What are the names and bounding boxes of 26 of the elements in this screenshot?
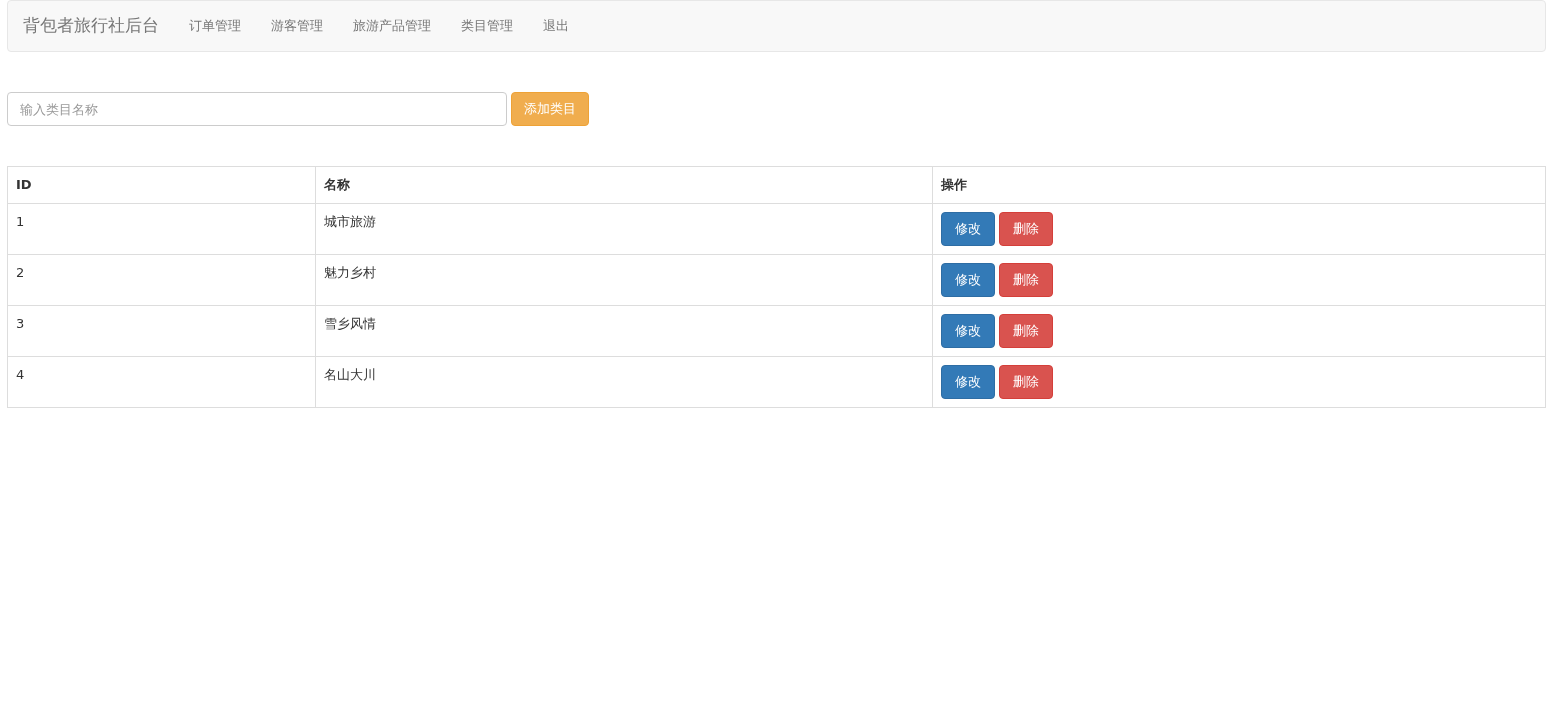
nav-link[interactable]: 订单管理 bbox=[174, 16, 256, 36]
table-cell: 魅力乡村 bbox=[315, 254, 933, 306]
brand-title[interactable]: 背包者旅行社后台 bbox=[23, 13, 159, 39]
table-cell: 2 bbox=[7, 254, 316, 306]
table-cell: 名山大川 bbox=[315, 356, 933, 408]
nav-link[interactable]: 旅游产品管理 bbox=[338, 16, 446, 36]
table-cell: 3 bbox=[7, 305, 316, 357]
delete-button[interactable]: 删除 bbox=[999, 365, 1053, 399]
nav-link[interactable]: 游客管理 bbox=[256, 16, 338, 36]
edit-button[interactable]: 修改 bbox=[941, 365, 995, 399]
table-cell: 4 bbox=[7, 356, 316, 408]
column-header: ID bbox=[7, 166, 316, 204]
column-header: 名称 bbox=[315, 166, 933, 204]
delete-button[interactable]: 删除 bbox=[999, 314, 1053, 348]
table-cell: 1 bbox=[7, 203, 316, 255]
column-header: 操作 bbox=[932, 166, 1546, 204]
edit-button[interactable]: 修改 bbox=[941, 314, 995, 348]
delete-button[interactable]: 删除 bbox=[999, 212, 1053, 246]
table-cell: 城市旅游 bbox=[315, 203, 933, 255]
table-cell: 雪乡风情 bbox=[315, 305, 933, 357]
nav-link[interactable]: 退出 bbox=[528, 16, 584, 36]
edit-button[interactable]: 修改 bbox=[941, 263, 995, 297]
edit-button[interactable]: 修改 bbox=[941, 212, 995, 246]
delete-button[interactable]: 删除 bbox=[999, 263, 1053, 297]
nav-link[interactable]: 类目管理 bbox=[446, 16, 528, 36]
category-name-field[interactable]: 输入类目名称 bbox=[7, 92, 507, 126]
